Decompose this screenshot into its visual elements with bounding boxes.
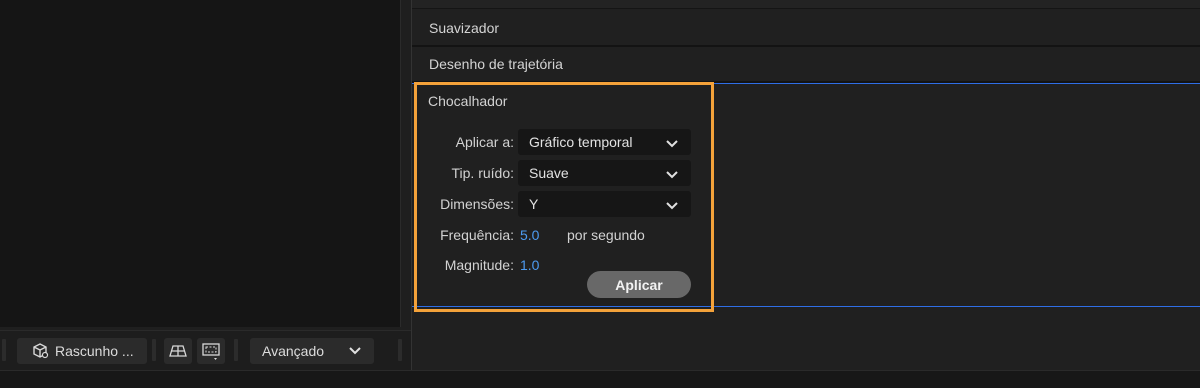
panel-gutter xyxy=(401,0,411,370)
renderer-dropdown[interactable]: Avançado xyxy=(250,338,374,364)
draft-3d-button[interactable]: Rascunho ... xyxy=(17,338,147,364)
section-motion-sketch-label: Desenho de trajetória xyxy=(429,56,563,72)
section-smoother-label: Suavizador xyxy=(429,20,500,36)
chevron-down-icon xyxy=(348,346,362,356)
toolbar-divider xyxy=(2,339,6,361)
toolbar-divider xyxy=(152,339,156,361)
renderer-label: Avançado xyxy=(262,343,325,359)
draft-label: Rascunho ... xyxy=(55,343,134,359)
section-motion-sketch[interactable]: Desenho de trajetória xyxy=(412,47,1200,83)
panel-top-edge xyxy=(412,0,1200,9)
toolbar-divider xyxy=(398,339,402,361)
composition-viewer[interactable] xyxy=(0,0,401,327)
region-of-interest-button[interactable] xyxy=(197,338,225,364)
grid-icon xyxy=(169,343,187,359)
region-icon xyxy=(201,341,221,361)
floor-grid-button[interactable] xyxy=(164,338,192,364)
viewer-toolbar: Rascunho ... Avançado xyxy=(0,330,411,370)
status-strip xyxy=(0,370,1200,388)
section-smoother[interactable]: Suavizador xyxy=(412,11,1200,47)
highlight-frame xyxy=(414,82,714,312)
cube-icon xyxy=(31,342,49,360)
toolbar-divider xyxy=(234,339,238,361)
